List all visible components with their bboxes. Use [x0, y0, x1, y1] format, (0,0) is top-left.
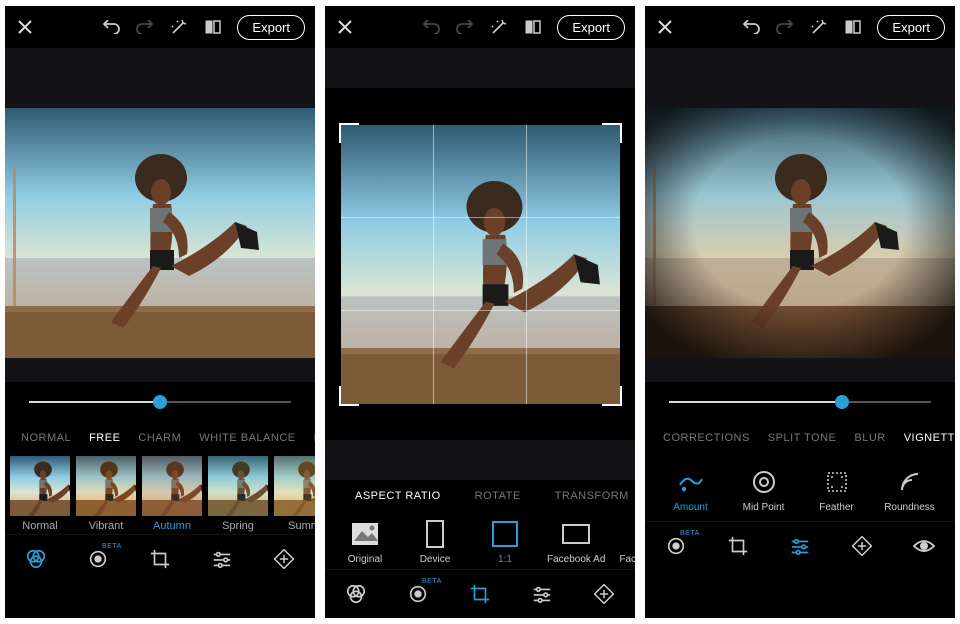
undo-icon[interactable]	[421, 17, 441, 37]
look-normal[interactable]: Normal	[9, 456, 71, 532]
tool-crop[interactable]	[460, 574, 500, 614]
vignette-amount[interactable]: Amount	[657, 468, 725, 513]
redo-icon[interactable]	[135, 17, 155, 37]
magic-wand-icon[interactable]	[169, 17, 189, 37]
category-white-balance[interactable]: WHITE BALANCE	[191, 432, 303, 444]
tab-corrections[interactable]: CORRECTIONS	[655, 432, 758, 444]
look-thumbnails: Normal Vibrant Autumn Spring Summ	[5, 454, 315, 534]
tool-adjust[interactable]	[780, 526, 820, 566]
redo-icon[interactable]	[455, 17, 475, 37]
panel-crop: Export ASPECT RATIO ROTATE TRANSFORM Ori…	[325, 6, 635, 618]
aspect-original[interactable]: Original	[331, 520, 399, 565]
tool-heal[interactable]	[842, 526, 882, 566]
look-categories: NORMAL FREE CHARM WHITE BALANCE BL	[5, 422, 315, 454]
tool-view-icon[interactable]	[904, 526, 944, 566]
tool-red-eye[interactable]: BETA	[78, 539, 118, 579]
tool-adjust[interactable]	[202, 539, 242, 579]
crop-canvas[interactable]	[341, 125, 620, 404]
vignette-midpoint[interactable]: Mid Point	[730, 468, 798, 513]
export-button[interactable]: Export	[557, 15, 625, 40]
close-icon[interactable]	[15, 17, 35, 37]
top-bar: Export	[645, 6, 955, 48]
tool-crop[interactable]	[140, 539, 180, 579]
look-autumn[interactable]: Autumn	[141, 456, 203, 532]
tool-looks[interactable]	[16, 539, 56, 579]
vignette-feather[interactable]: Feather	[803, 468, 871, 513]
magic-wand-icon[interactable]	[489, 17, 509, 37]
tool-looks[interactable]	[336, 574, 376, 614]
photo-canvas[interactable]	[645, 108, 955, 358]
panel-adjust: Export CORRECTIONS SPLIT TONE BLUR VIGNE…	[645, 6, 955, 618]
undo-icon[interactable]	[101, 17, 121, 37]
tab-vignette[interactable]: VIGNETTE	[896, 432, 955, 444]
tab-blur[interactable]: BLUR	[846, 432, 893, 444]
export-button[interactable]: Export	[237, 15, 305, 40]
photo-canvas[interactable]	[5, 108, 315, 358]
top-bar: Export	[325, 6, 635, 48]
crop-tabs: ASPECT RATIO ROTATE TRANSFORM	[325, 480, 635, 512]
close-icon[interactable]	[335, 17, 355, 37]
vignette-roundness[interactable]: Roundness	[876, 468, 944, 513]
category-normal[interactable]: NORMAL	[13, 432, 79, 444]
intensity-slider[interactable]	[5, 382, 315, 422]
tool-red-eye[interactable]: BETA	[656, 526, 696, 566]
tool-crop[interactable]	[718, 526, 758, 566]
look-summer[interactable]: Summ	[273, 456, 315, 532]
close-icon[interactable]	[655, 17, 675, 37]
aspect-options: Original Device 1:1 Facebook Ad Facebook…	[325, 512, 635, 569]
look-vibrant[interactable]: Vibrant	[75, 456, 137, 532]
aspect-device[interactable]: Device	[401, 520, 469, 565]
category-charm[interactable]: CHARM	[130, 432, 189, 444]
redo-icon[interactable]	[775, 17, 795, 37]
look-spring[interactable]: Spring	[207, 456, 269, 532]
bottom-toolbar: BETA	[645, 521, 955, 570]
tab-rotate[interactable]: ROTATE	[459, 490, 537, 502]
tab-transform[interactable]: TRANSFORM	[539, 490, 635, 502]
compare-icon[interactable]	[843, 17, 863, 37]
vignette-options: Amount Mid Point Feather Roundness	[645, 454, 955, 521]
panel-looks: Export NORMAL FREE CHARM WHITE BALANCE B…	[5, 6, 315, 618]
category-free[interactable]: FREE	[81, 432, 128, 444]
aspect-facebook-ad[interactable]: Facebook Ad	[541, 520, 611, 565]
tool-red-eye[interactable]: BETA	[398, 574, 438, 614]
vignette-slider[interactable]	[645, 382, 955, 422]
compare-icon[interactable]	[523, 17, 543, 37]
undo-icon[interactable]	[741, 17, 761, 37]
export-button[interactable]: Export	[877, 15, 945, 40]
tool-heal[interactable]	[584, 574, 624, 614]
aspect-facebook-profile[interactable]: Facebook Profile	[613, 520, 635, 565]
adjust-tabs: CORRECTIONS SPLIT TONE BLUR VIGNETTE	[645, 422, 955, 454]
top-bar: Export	[5, 6, 315, 48]
aspect-1-1[interactable]: 1:1	[471, 520, 539, 565]
magic-wand-icon[interactable]	[809, 17, 829, 37]
bottom-toolbar: BETA	[5, 534, 315, 583]
tab-aspect-ratio[interactable]: ASPECT RATIO	[339, 490, 457, 502]
category-more[interactable]: BL	[306, 432, 315, 444]
bottom-toolbar: BETA	[325, 569, 635, 618]
tab-split-tone[interactable]: SPLIT TONE	[760, 432, 845, 444]
tool-heal[interactable]	[264, 539, 304, 579]
compare-icon[interactable]	[203, 17, 223, 37]
tool-adjust[interactable]	[522, 574, 562, 614]
